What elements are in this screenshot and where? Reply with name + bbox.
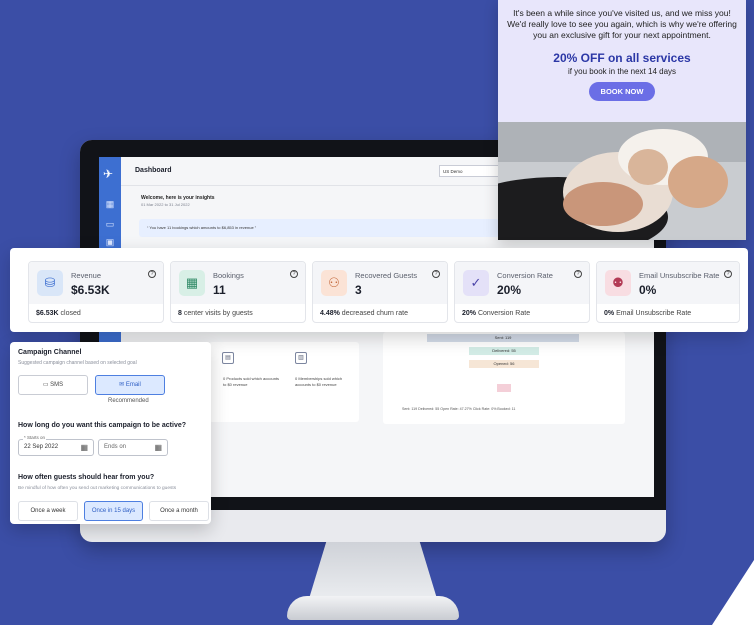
metric-footer-text: Conversion Rate [476,310,531,317]
campaign-channel-subtitle: Suggested campaign channel based on sele… [18,360,137,366]
help-icon[interactable]: ? [290,270,298,278]
metric-label: Revenue [71,271,102,280]
starts-on-value: 22 Sep 2022 [24,444,59,450]
metric-recovered-guests[interactable]: ⚇ Recovered Guests 3 ? 4.48% decreased c… [312,261,448,323]
ends-on-field[interactable]: Ends on ▦ [98,439,168,456]
insight-quote: “ You have 11 bookings which amounts to … [139,219,499,237]
memberships-text: 0 Memberships sold which accounts to $0 … [295,376,343,387]
products-icon: ▤ [222,352,234,364]
date-range[interactable]: 01 Mar 2022 to 31 Jul 2022 [141,202,190,207]
monitor-stand [308,542,438,602]
frequency-title: How often guests should hear from you? [18,474,155,481]
metric-conversion-rate[interactable]: ✓ Conversion Rate 20% ? 20% Conversion R… [454,261,590,323]
book-now-button[interactable]: BOOK NOW [588,82,656,101]
sms-label: SMS [50,382,64,388]
revenue-icon: ⛁ [37,270,63,296]
frequency-once-a-week[interactable]: Once a week [18,501,78,521]
ends-on-placeholder: Ends on [104,444,127,450]
metric-value: 3 [355,283,362,297]
page-title: Dashboard [135,167,172,174]
metric-bookings[interactable]: ▦ Bookings 11 ? 8 center visits by guest… [170,261,306,323]
metric-value: 20% [497,283,522,297]
calendar-check-icon: ▦ [179,270,205,296]
funnel-legend: Sent: 119 Delivered: 55 Open Rate: 47.27… [402,407,516,411]
metric-footer-value: $6.53K [36,310,59,317]
metric-label: Bookings [213,271,244,280]
help-icon[interactable]: ? [574,270,582,278]
metric-footer-text: closed [58,310,81,317]
metric-footer: $6.53K closed [36,310,81,317]
metric-label: Email Unsubscribe Rate [639,271,720,280]
photo-illustration [498,122,746,240]
brand-logo-icon: ✈ [103,167,114,181]
email-channel-button[interactable]: ✉ Email [95,375,165,395]
frequency-once-in-15-days[interactable]: Once in 15 days [84,501,143,521]
metrics-bar: ⛁ Revenue $6.53K ? $6.53K closed ▦ Booki… [10,248,748,332]
location-select[interactable]: US Demo [439,165,499,177]
campaign-channel-title: Campaign Channel [18,349,82,356]
metric-value: 11 [213,283,226,297]
campaign-settings-content: Campaign Channel Suggested campaign chan… [10,342,211,524]
calendar-icon: ▦ [80,443,88,452]
sales-panel: ▤ ▥ 0 Products sold which accounts to $0… [209,342,359,422]
metric-label: Conversion Rate [497,271,553,280]
metric-footer-text: center visits by guests [181,310,253,317]
calendar-icon: ▦ [154,443,162,452]
sidebar-dashboard-icon[interactable]: ▦ [104,199,116,211]
email-label: Email [125,382,141,388]
duration-title: How long do you want this campaign to be… [18,422,187,429]
help-icon[interactable]: ? [432,270,440,278]
sidebar-messages-icon[interactable]: ▭ [104,219,116,231]
check-circle-icon: ✓ [463,270,489,296]
starts-on-field[interactable]: * Starts on 22 Sep 2022 ▦ [18,435,94,456]
offer-heading: 20% OFF on all services [553,51,691,65]
metric-footer-text: decreased churn rate [339,310,408,317]
email-body: It's been a while since you've visited u… [498,0,746,122]
welcome-heading: Welcome, here is your insights [141,195,215,201]
metric-footer-value: 0% [604,310,615,317]
quote-close-icon: ” [253,225,257,230]
products-text: 0 Products sold which accounts to $0 rev… [223,376,280,387]
users-icon: ⚇ [321,270,347,296]
starts-on-label: * Starts on [23,435,47,440]
email-icon: ✉ [119,382,126,388]
email-preview-card: It's been a while since you've visited u… [498,0,746,240]
metric-footer: 8 center visits by guests [178,310,253,317]
metric-footer-value: 20% [462,310,477,317]
frequency-subtitle: Be mindful of how often you send out mar… [18,486,177,491]
funnel-opened: Opened: 56 [469,360,539,368]
help-icon[interactable]: ? [148,270,156,278]
frequency-once-a-month[interactable]: Once a month [149,501,209,521]
metric-value: $6.53K [71,283,110,297]
metric-value: 0% [639,283,657,297]
monitor-base [287,596,459,620]
metric-footer-text: Email Unsubscribe Rate [614,310,692,317]
memberships-icon: ▥ [295,352,307,364]
email-message: It's been a while since you've visited u… [507,8,737,40]
metric-label: Recovered Guests [355,271,418,280]
salon-hair-wash-photo [498,122,746,240]
help-icon[interactable]: ? [724,270,732,278]
recommended-label: Recommended [108,398,149,404]
metric-footer-value: 4.48% [320,310,340,317]
sms-channel-button[interactable]: ▭ SMS [18,375,88,395]
funnel-booked [497,384,511,392]
funnel-sent: Sent: 119 [427,334,579,342]
insight-text: You have 11 bookings which amounts to $6… [149,225,254,230]
offer-subtext: if you book in the next 14 days [567,67,677,76]
metric-footer: 20% Conversion Rate [462,310,530,317]
user-remove-icon: ⚉ [605,270,631,296]
metric-footer: 0% Email Unsubscribe Rate [604,310,691,317]
funnel-delivered: Delivered: 55 [469,347,539,355]
metric-footer: 4.48% decreased churn rate [320,310,408,317]
metric-email-unsubscribe-rate[interactable]: ⚉ Email Unsubscribe Rate 0% ? 0% Email U… [596,261,740,323]
metric-revenue[interactable]: ⛁ Revenue $6.53K ? $6.53K closed [28,261,164,323]
